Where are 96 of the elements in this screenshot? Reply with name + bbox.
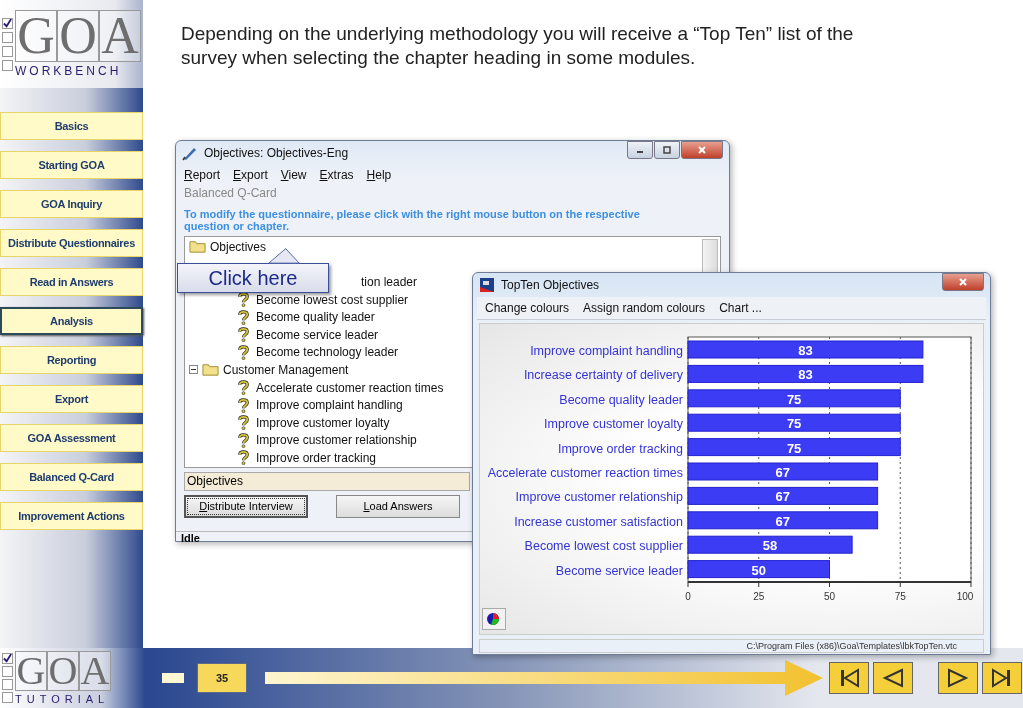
tree-item[interactable]: Customer Management — [223, 362, 349, 377]
intro-text: Depending on the underlying methodology you will receive a “Top Ten” list of the survey when selecting the chapter heading in some modules. — [181, 22, 855, 70]
nav-button[interactable]: Distribute Questionnaires — [0, 229, 143, 257]
axis-tick-label: 25 — [753, 591, 765, 602]
menu-item[interactable]: Export — [233, 168, 268, 182]
logo-drawing: GOA TUTORIAL — [0, 648, 145, 708]
menu-item[interactable]: Change colours — [485, 301, 570, 315]
axis-tick-label: 0 — [685, 591, 691, 602]
minimize-button[interactable] — [627, 141, 653, 159]
toolbar-caption: Balanced Q-Card — [183, 185, 278, 200]
question-mark-icon — [235, 432, 252, 448]
close-icon — [958, 277, 968, 287]
folder-icon — [202, 362, 219, 378]
bar-value: 67 — [775, 465, 791, 480]
last-page-button[interactable] — [982, 662, 1022, 694]
axis-tick-label: 50 — [823, 591, 836, 602]
tree-item[interactable]: Become quality leader — [256, 310, 375, 325]
menu-item[interactable]: View — [280, 168, 307, 182]
bar-value: 75 — [786, 440, 802, 456]
chart-app-icon — [479, 277, 495, 293]
bar-value: 83 — [798, 343, 813, 358]
chart-type-button[interactable] — [482, 608, 506, 630]
nav-button[interactable]: Starting GOA — [0, 151, 143, 179]
nav-button[interactable]: Read in Answers — [0, 268, 143, 296]
nav-button[interactable]: Export — [0, 385, 143, 413]
callout: Click here — [177, 263, 329, 293]
nav-button[interactable]: Balanced Q-Card — [0, 463, 143, 491]
category-label: Become service leader — [555, 563, 683, 578]
tree-item[interactable]: Accelerate customer reaction times — [256, 380, 444, 395]
category-label: Improve order tracking — [557, 441, 683, 456]
maximize-button[interactable] — [654, 141, 680, 159]
question-mark-icon — [235, 397, 252, 413]
question-mark-icon — [235, 327, 252, 343]
next-page-button[interactable] — [938, 662, 978, 694]
slide-marker — [162, 673, 184, 683]
nav-button[interactable]: GOA Assessment — [0, 424, 143, 452]
bar-value: 58 — [762, 538, 778, 554]
tree-item[interactable]: Improve order tracking — [256, 450, 377, 465]
close-button[interactable] — [942, 273, 984, 291]
tree-item[interactable]: Become technology leader — [256, 345, 399, 360]
category-label: Improve customer relationship — [515, 490, 683, 505]
question-mark-icon — [235, 450, 252, 466]
menu-item[interactable]: Help — [366, 168, 392, 182]
nav-button[interactable]: Reporting — [0, 346, 143, 374]
tree-item[interactable]: Become lowest cost supplier — [256, 292, 409, 307]
previous-page-button[interactable] — [873, 662, 913, 694]
nav-button[interactable]: Analysis — [0, 307, 143, 335]
nav-button[interactable]: Basics — [0, 112, 143, 140]
question-mark-icon — [235, 309, 252, 325]
page-number: 35 — [197, 663, 247, 693]
window-title: TopTen Objectives — [501, 278, 601, 292]
bar-value: 75 — [786, 416, 802, 432]
menu-item[interactable]: Report — [184, 168, 221, 182]
nav-button[interactable]: GOA Inquiry — [0, 190, 143, 218]
bar-value: 50 — [751, 562, 766, 578]
scrollbar[interactable] — [702, 239, 718, 275]
category-label: Increase certainty of delivery — [523, 368, 683, 383]
question-mark-icon — [235, 344, 252, 360]
dialog-button[interactable]: Load Answers — [336, 494, 460, 518]
file-path: C:\Program Files (x86)\Goa\Templates\lbkTopTen.vtc — [479, 639, 984, 653]
tree-item[interactable]: Become service leader — [256, 327, 379, 342]
bar-value: 75 — [786, 391, 802, 407]
category-label: Become quality leader — [559, 392, 683, 407]
tree-item[interactable]: tion leader — [361, 275, 418, 289]
question-mark-icon — [235, 415, 252, 431]
nav-button[interactable]: Improvement Actions — [0, 502, 143, 530]
first-page-button[interactable] — [829, 662, 869, 694]
tree-item[interactable]: Objectives — [210, 239, 267, 254]
window-title: Objectives: Objectives-Eng — [204, 146, 350, 160]
menu-item[interactable]: Extras — [319, 168, 354, 182]
category-label: Improve customer loyalty — [544, 417, 683, 432]
tree-item[interactable]: Improve customer relationship — [256, 433, 417, 448]
category-label: Improve complaint handling — [530, 344, 683, 358]
category-label: Increase customer satisfaction — [514, 514, 683, 529]
menu-item[interactable]: Chart ... — [719, 301, 762, 315]
tree-item[interactable]: Improve complaint handling — [256, 398, 403, 413]
axis-tick-label: 100 — [956, 591, 974, 602]
axis-tick-label: 75 — [894, 591, 906, 602]
bar-value: 67 — [775, 513, 791, 529]
tree-item[interactable]: Improve customer loyalty — [256, 415, 390, 430]
folder-icon — [189, 239, 206, 255]
bar-value: 67 — [775, 489, 791, 505]
bar-value: 83 — [798, 367, 813, 383]
selection-field: Objectives — [184, 471, 470, 491]
category-label: Accelerate customer reaction times — [487, 466, 683, 480]
close-button[interactable] — [681, 141, 723, 159]
logo-drawing: GOA WORKBENCH — [0, 0, 143, 88]
collapse-toggle[interactable] — [189, 365, 198, 375]
hint-text: To modify the questionnaire, please click with the right mouse button on the respective question or chapter. — [183, 207, 641, 232]
dialog-button[interactable]: Distribute Interview — [184, 494, 308, 518]
maximize-icon — [662, 145, 672, 155]
question-mark-icon — [235, 380, 252, 396]
pie-chart-icon — [486, 612, 500, 626]
close-icon — [697, 145, 707, 155]
menu-item[interactable]: Assign random colours — [583, 301, 706, 315]
pen-icon — [182, 145, 198, 161]
